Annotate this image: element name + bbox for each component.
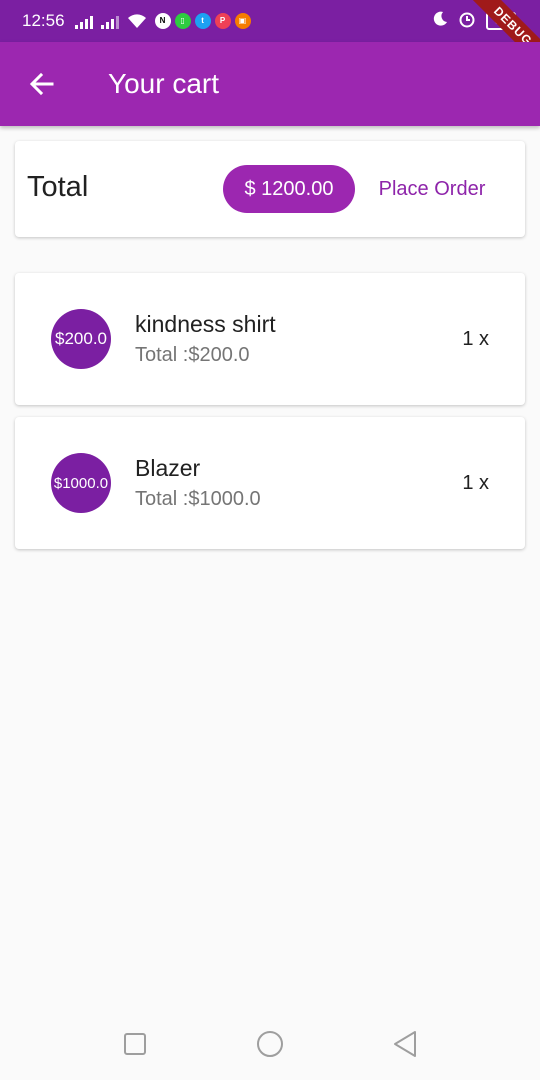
camera-app-icon: ▣ (234, 13, 251, 29)
page-title: Your cart (108, 68, 220, 99)
alarm-icon (458, 10, 476, 33)
app-bar: Your cart (0, 42, 540, 126)
home-button[interactable] (254, 1028, 286, 1060)
item-total: Total :$200.0 (135, 344, 250, 366)
moon-icon (432, 11, 448, 32)
item-price-avatar: $1000.0 (51, 453, 111, 513)
total-amount-chip: $ 1200.00 (223, 165, 355, 213)
signal-icon (74, 13, 93, 29)
status-bar: 12:56 N ▯ t P ▣ 84 DEBUG (0, 0, 540, 72)
twitter-icon: t (194, 13, 211, 29)
system-nav-bar (0, 1008, 540, 1080)
green-app-icon: ▯ (174, 13, 191, 29)
nos-icon: N (154, 13, 171, 29)
item-price-avatar: $200.0 (51, 309, 111, 369)
cart-total-card: Total $ 1200.00 Place Order (15, 141, 525, 237)
total-label: Total (27, 171, 89, 203)
item-total: Total :$1000.0 (135, 488, 261, 510)
square-icon (124, 1033, 146, 1055)
notification-icons: N ▯ t P ▣ (154, 13, 251, 29)
item-name: Blazer (135, 455, 201, 481)
pocket-icon: P (214, 13, 231, 29)
item-name: kindness shirt (135, 311, 276, 337)
cart-item[interactable]: $1000.0 Blazer Total :$1000.0 1 x (15, 417, 525, 549)
circle-icon (257, 1031, 283, 1057)
wifi-icon (127, 13, 147, 29)
signal-icon (100, 13, 119, 29)
back-nav-button[interactable] (389, 1028, 421, 1060)
triangle-back-icon (394, 1031, 416, 1057)
place-order-button[interactable]: Place Order (367, 165, 497, 213)
recents-button[interactable] (119, 1028, 151, 1060)
status-time: 12:56 (22, 11, 65, 30)
arrow-back-icon (29, 72, 54, 96)
cart-item[interactable]: $200.0 kindness shirt Total :$200.0 1 x (15, 273, 525, 405)
back-button[interactable] (14, 56, 70, 112)
item-quantity: 1 x (462, 472, 489, 494)
item-quantity: 1 x (462, 328, 489, 350)
